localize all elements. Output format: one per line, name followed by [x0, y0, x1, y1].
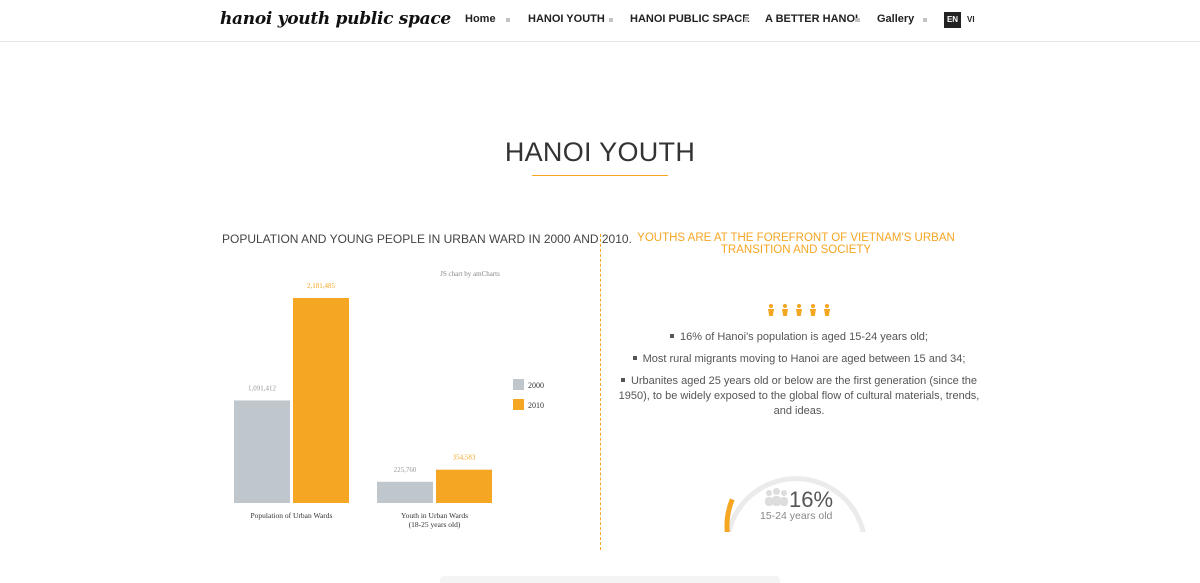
- nav-gallery[interactable]: Gallery: [877, 13, 914, 25]
- bullet-icon: [670, 334, 675, 339]
- next-section-edge: [440, 576, 780, 583]
- column-divider: [600, 234, 601, 550]
- bar-2010: [293, 298, 349, 503]
- nav-better-hanoi[interactable]: A BETTER HANOI: [765, 13, 858, 25]
- lang-en-button[interactable]: EN: [944, 12, 961, 28]
- legend-swatch-2010: [513, 399, 524, 410]
- category-label: (18-25 years old): [409, 520, 461, 529]
- people-group-icon: [764, 488, 788, 506]
- bar-2010: [436, 469, 492, 503]
- nav-hanoi-youth[interactable]: HANOI YOUTH: [528, 13, 605, 25]
- nav-separator: [609, 18, 613, 22]
- person-icon: [766, 304, 776, 316]
- population-bar-chart: 1,091,412 2,181,485 Population of Urban Wa…: [234, 282, 544, 529]
- bullet-icon: [632, 356, 637, 361]
- bar-value-label: 2,181,485: [307, 282, 336, 290]
- people-icons: [766, 304, 832, 316]
- bullet-icon: [620, 378, 625, 383]
- site-logo[interactable]: hanoi youth public space: [220, 9, 451, 29]
- lang-vi-button[interactable]: VI: [967, 12, 975, 28]
- bar-2000: [234, 400, 290, 503]
- youth-heading: YOUTHS ARE AT THE FOREFRONT OF VIETNAM'S…: [637, 232, 955, 256]
- category-label: Population of Urban Wards: [251, 511, 333, 520]
- section-title: HANOI YOUTH: [504, 137, 696, 167]
- nav-home[interactable]: Home: [465, 13, 496, 25]
- legend-label: 2010: [528, 401, 544, 410]
- legend-label: 2000: [528, 381, 544, 390]
- chart-credit-link[interactable]: JS chart by amCharts: [420, 270, 520, 278]
- facts-list: 16% of Hanoi's population is aged 15-24 …: [612, 330, 986, 426]
- person-icon: [822, 304, 832, 316]
- legend-swatch-2000: [513, 379, 524, 390]
- fact-item: Urbanites aged 25 years old or below are…: [618, 375, 980, 417]
- fact-item: 16% of Hanoi's population is aged 15-24 …: [612, 330, 986, 345]
- nav-separator: [506, 18, 510, 22]
- category-label: Youth in Urban Wards: [401, 511, 468, 520]
- person-icon: [794, 304, 804, 316]
- bar-value-label: 225,760: [394, 466, 417, 474]
- chart-heading: POPULATION AND YOUNG PEOPLE IN URBAN WAR…: [222, 232, 632, 246]
- bar-2000: [377, 481, 433, 503]
- person-icon: [808, 304, 818, 316]
- fact-item: Most rural migrants moving to Hanoi are …: [612, 352, 986, 367]
- nav-separator: [856, 18, 860, 22]
- title-underline: [532, 175, 668, 176]
- site-header: hanoi youth public space Home HANOI YOUT…: [0, 0, 1200, 42]
- nav-hanoi-public-space[interactable]: HANOI PUBLIC SPACE: [630, 13, 750, 25]
- nav-separator: [744, 18, 748, 22]
- bar-value-label: 1,091,412: [248, 384, 277, 392]
- gauge-caption: 15-24 years old: [760, 510, 833, 522]
- person-icon: [780, 304, 790, 316]
- bar-value-label: 354,583: [453, 454, 476, 462]
- nav-separator: [923, 18, 927, 22]
